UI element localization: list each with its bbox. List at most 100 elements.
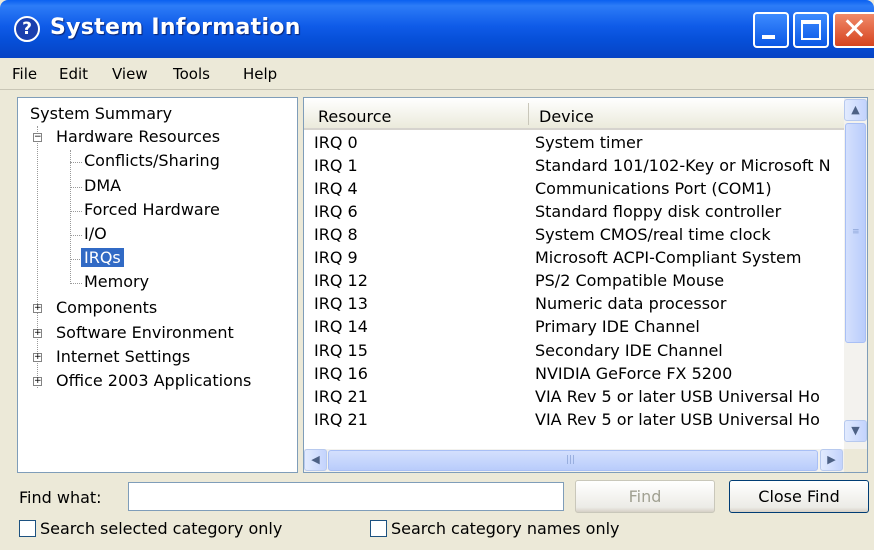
- find-button[interactable]: Find: [575, 480, 715, 513]
- menu-bar: File Edit View Tools Help: [0, 58, 874, 90]
- chevron-down-icon: ▼: [851, 424, 860, 437]
- column-header-resource[interactable]: Resource: [318, 107, 391, 126]
- close-button[interactable]: ✕: [833, 12, 874, 48]
- resource-cell: IRQ 16: [314, 364, 368, 383]
- close-icon: ✕: [841, 12, 868, 47]
- table-row[interactable]: IRQ 1 Standard 101/102-Key or Microsoft N: [304, 156, 844, 179]
- resource-cell: IRQ 12: [314, 271, 368, 290]
- scroll-left-button[interactable]: ◀: [304, 449, 327, 471]
- table-row[interactable]: IRQ 13 Numeric data processor: [304, 294, 844, 317]
- device-cell: VIA Rev 5 or later USB Universal Ho: [535, 410, 820, 429]
- menu-help[interactable]: Help: [243, 65, 277, 83]
- help-icon: ?: [14, 16, 40, 42]
- device-cell: Standard 101/102-Key or Microsoft N: [535, 156, 831, 175]
- minimize-icon: [762, 35, 775, 39]
- resource-cell: IRQ 13: [314, 294, 368, 313]
- search-selected-category-checkbox[interactable]: Search selected category only: [19, 519, 282, 538]
- tree-item-forced-hardware[interactable]: Forced Hardware: [84, 200, 220, 219]
- expand-icon[interactable]: +: [33, 377, 42, 386]
- maximize-button[interactable]: [793, 12, 829, 48]
- table-row[interactable]: IRQ 14 Primary IDE Channel: [304, 317, 844, 340]
- chevron-left-icon: ◀: [311, 453, 320, 466]
- title-bar[interactable]: ? System Information ✕: [0, 0, 874, 58]
- column-divider[interactable]: [528, 103, 529, 125]
- resource-cell: IRQ 0: [314, 133, 358, 152]
- category-tree[interactable]: System Summary − Hardware Resources Conf…: [17, 97, 298, 473]
- tree-item-hardware-resources[interactable]: Hardware Resources: [56, 127, 220, 146]
- menu-view[interactable]: View: [112, 65, 148, 83]
- table-row[interactable]: IRQ 21 VIA Rev 5 or later USB Universal H…: [304, 410, 844, 433]
- tree-item-memory[interactable]: Memory: [84, 272, 149, 291]
- scroll-up-button[interactable]: ▲: [844, 99, 867, 121]
- tree-item-internet-settings[interactable]: Internet Settings: [56, 347, 190, 366]
- search-category-names-checkbox[interactable]: Search category names only: [370, 519, 620, 538]
- close-find-button[interactable]: Close Find: [729, 480, 869, 513]
- horizontal-scroll-thumb[interactable]: |||: [328, 450, 818, 471]
- chevron-up-icon: ▲: [851, 103, 860, 116]
- menu-file[interactable]: File: [12, 65, 37, 83]
- expand-icon[interactable]: +: [33, 353, 42, 362]
- device-cell: System timer: [535, 133, 643, 152]
- expand-icon[interactable]: +: [33, 329, 42, 338]
- menu-edit[interactable]: Edit: [59, 65, 88, 83]
- checkbox-box[interactable]: [370, 520, 387, 537]
- vertical-scrollbar[interactable]: ▲ ≡ ▼: [844, 98, 867, 449]
- resource-cell: IRQ 4: [314, 179, 358, 198]
- table-row[interactable]: IRQ 6 Standard floppy disk controller: [304, 202, 844, 225]
- scroll-down-button[interactable]: ▼: [844, 420, 867, 442]
- expand-icon[interactable]: +: [33, 304, 42, 313]
- maximize-icon: [801, 20, 821, 40]
- device-cell: Communications Port (COM1): [535, 179, 772, 198]
- checkbox-label: Search category names only: [391, 519, 620, 538]
- grip-icon: ≡: [852, 227, 860, 237]
- tree-item-dma[interactable]: DMA: [84, 176, 121, 195]
- system-information-window: ? System Information ✕ File Edit View To…: [0, 0, 874, 550]
- tree-item-irqs[interactable]: IRQs: [81, 248, 124, 267]
- table-row[interactable]: IRQ 0 System timer: [304, 133, 844, 156]
- tree-connector: [70, 259, 80, 260]
- tree-connector: [70, 187, 82, 188]
- find-what-input[interactable]: [128, 482, 564, 511]
- resource-cell: IRQ 9: [314, 248, 358, 267]
- tree-item-office-2003-applications[interactable]: Office 2003 Applications: [56, 371, 251, 390]
- tree-item-software-environment[interactable]: Software Environment: [56, 323, 234, 342]
- device-cell: Microsoft ACPI-Compliant System: [535, 248, 802, 267]
- minimize-button[interactable]: [753, 12, 789, 48]
- device-cell: System CMOS/real time clock: [535, 225, 771, 244]
- scrollbar-corner: [844, 449, 867, 472]
- resource-cell: IRQ 14: [314, 317, 368, 336]
- tree-item-conflicts-sharing[interactable]: Conflicts/Sharing: [84, 151, 220, 170]
- table-row[interactable]: IRQ 21 VIA Rev 5 or later USB Universal H…: [304, 387, 844, 410]
- list-header: Resource Device: [304, 98, 844, 130]
- tree-item-components[interactable]: Components: [56, 298, 157, 317]
- table-row[interactable]: IRQ 8 System CMOS/real time clock: [304, 225, 844, 248]
- device-cell: Numeric data processor: [535, 294, 727, 313]
- table-row[interactable]: IRQ 15 Secondary IDE Channel: [304, 341, 844, 364]
- resource-cell: IRQ 6: [314, 202, 358, 221]
- device-cell: Primary IDE Channel: [535, 317, 700, 336]
- table-row[interactable]: IRQ 16 NVIDIA GeForce FX 5200: [304, 364, 844, 387]
- grip-icon: |||: [566, 455, 576, 465]
- table-row[interactable]: IRQ 4 Communications Port (COM1): [304, 179, 844, 202]
- table-row[interactable]: IRQ 9 Microsoft ACPI-Compliant System: [304, 248, 844, 271]
- scroll-right-button[interactable]: ▶: [820, 449, 843, 471]
- collapse-icon[interactable]: −: [33, 133, 42, 142]
- device-cell: Secondary IDE Channel: [535, 341, 723, 360]
- menu-tools[interactable]: Tools: [173, 65, 210, 83]
- tree-connector: [70, 283, 82, 284]
- table-row[interactable]: IRQ 12 PS/2 Compatible Mouse: [304, 271, 844, 294]
- tree-connector: [70, 235, 82, 236]
- tree-connector: [70, 162, 82, 163]
- tree-connector: [70, 150, 71, 284]
- horizontal-scrollbar[interactable]: ◀ ||| ▶: [304, 449, 844, 472]
- resource-cell: IRQ 1: [314, 156, 358, 175]
- resource-list[interactable]: Resource Device IRQ 0 System timer IRQ 1 S…: [303, 97, 868, 473]
- resource-cell: IRQ 15: [314, 341, 368, 360]
- tree-item-io[interactable]: I/O: [84, 224, 107, 243]
- tree-item-system-summary[interactable]: System Summary: [30, 104, 172, 123]
- tree-connector: [37, 126, 38, 388]
- find-what-label: Find what:: [19, 488, 102, 507]
- checkbox-box[interactable]: [19, 520, 36, 537]
- vertical-scroll-thumb[interactable]: ≡: [845, 123, 866, 343]
- column-header-device[interactable]: Device: [539, 107, 594, 126]
